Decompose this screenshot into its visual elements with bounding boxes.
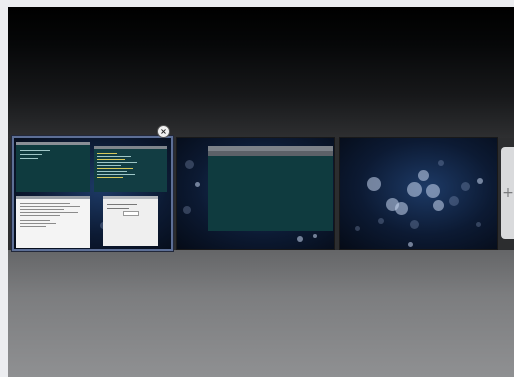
editor-window-thumbnail[interactable]	[94, 146, 167, 192]
wallpaper-bubble	[378, 218, 384, 224]
text-line	[20, 212, 78, 213]
wallpaper-bubble	[408, 242, 413, 247]
text-line	[20, 154, 42, 155]
wallpaper-bubble	[410, 220, 419, 229]
desktop-thumbnail-1[interactable]	[14, 138, 171, 249]
toolbar	[208, 151, 333, 156]
wallpaper-bubble	[185, 160, 194, 169]
wallpaper-bubble	[395, 202, 408, 215]
wallpaper-bubble	[477, 178, 483, 184]
text-line	[97, 165, 121, 166]
wallpaper-bubble	[461, 182, 470, 191]
text-line	[97, 153, 117, 154]
wallpaper-bubble	[438, 160, 444, 166]
text-line	[97, 177, 123, 178]
wallpaper-bubble	[449, 196, 459, 206]
wallpaper-bubble	[367, 177, 381, 191]
desktop-thumbnail-3[interactable]	[340, 138, 497, 249]
text-line	[20, 206, 80, 207]
wallpaper-bubble	[407, 182, 422, 197]
text-line	[20, 220, 50, 221]
close-icon[interactable]: ×	[157, 125, 170, 138]
text-line	[20, 150, 50, 151]
text-line	[20, 209, 64, 210]
window-titlebar	[94, 146, 167, 149]
wallpaper-bubble	[418, 170, 429, 181]
dialog-window-thumbnail[interactable]	[103, 196, 158, 246]
text-line	[107, 208, 129, 209]
wallpaper-bubble	[183, 206, 191, 214]
wallpaper-bubble	[297, 236, 303, 242]
wallpaper-bubble	[476, 222, 481, 227]
plus-icon[interactable]: +	[501, 147, 514, 239]
document-window-thumbnail[interactable]	[16, 196, 90, 248]
text-line	[97, 159, 125, 160]
text-line	[97, 162, 137, 163]
wallpaper-bubble	[195, 182, 200, 187]
text-line	[97, 174, 135, 175]
workspace-overview: +	[8, 7, 514, 377]
dialog-field	[123, 211, 139, 216]
desktop-thumbnail-2[interactable]	[177, 138, 334, 249]
text-line	[20, 158, 38, 159]
text-line	[20, 215, 60, 216]
wallpaper-bubble	[426, 184, 440, 198]
terminal-window-thumbnail[interactable]	[208, 146, 333, 231]
text-line	[20, 223, 56, 224]
text-line	[20, 226, 46, 227]
window-titlebar	[16, 142, 90, 145]
text-line	[107, 204, 137, 205]
text-line	[97, 168, 133, 169]
text-line	[97, 171, 127, 172]
text-line	[20, 203, 70, 204]
wallpaper-bubble	[355, 226, 360, 231]
wallpaper-bubble	[313, 234, 317, 238]
window-titlebar	[16, 196, 90, 199]
terminal-window-thumbnail[interactable]	[16, 142, 90, 192]
window-titlebar	[103, 196, 158, 199]
text-line	[97, 156, 131, 157]
wallpaper-bubble	[433, 200, 444, 211]
